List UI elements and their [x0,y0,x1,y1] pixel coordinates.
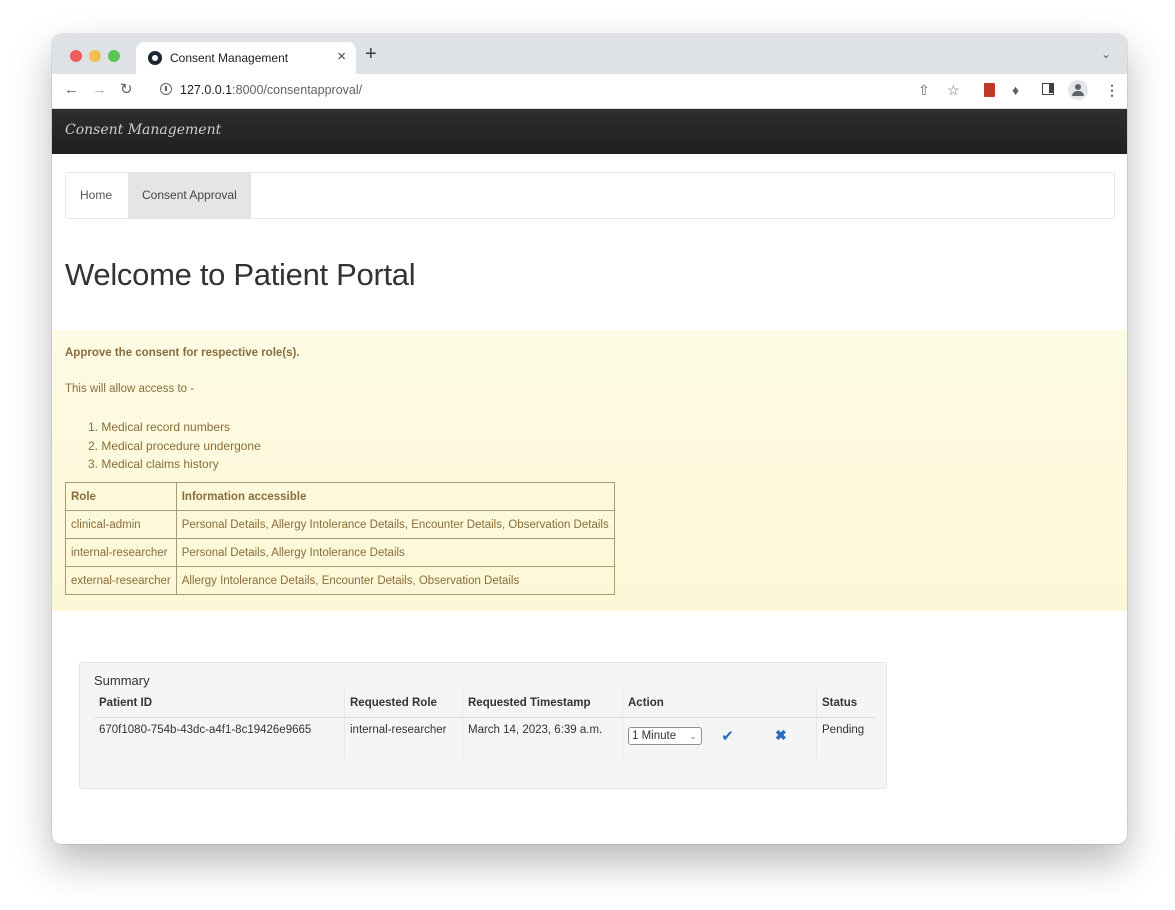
chevron-down-icon: ⌄ [689,731,697,741]
maximize-window-button[interactable] [108,50,120,62]
summary-table: Patient ID Requested Role Requested Time… [94,689,875,759]
column-header: Patient ID [94,689,345,718]
notice-intro: This will allow access to - [65,383,195,395]
page-title: Welcome to Patient Portal [65,257,416,292]
browser-toolbar: ← → ↻ 127.0.0.1:8000/consentapproval/ ⇧ … [52,74,1127,109]
close-window-button[interactable] [70,50,82,62]
app-navbar: Consent Management [52,109,1127,154]
column-header: Status [816,689,875,718]
column-header: Role [65,482,177,511]
column-header: Information accessible [175,482,615,511]
reject-x-icon[interactable]: ✖ [775,727,787,744]
timestamp-cell: March 14, 2023, 6:39 a.m. [462,717,623,759]
table-header-row: Role Information accessible [65,482,615,511]
table-row: 670f1080-754b-43dc-a4f1-8c19426e9665 int… [94,717,875,759]
url-host: 127.0.0.1 [180,83,233,97]
share-icon[interactable]: ⇧ [918,82,930,98]
new-tab-icon[interactable]: + [365,44,377,64]
bookmark-star-icon[interactable]: ☆ [947,82,960,98]
back-arrow-icon[interactable]: ← [64,81,79,99]
url-path: :8000/consentapproval/ [232,83,363,97]
table-row: clinical-admin Personal Details, Allergy… [65,510,615,539]
minimize-window-button[interactable] [89,50,101,62]
kebab-menu-icon[interactable]: ⋮ [1105,82,1119,98]
browser-tab[interactable]: Consent Management × [136,42,356,74]
role-cell: external-researcher [65,566,177,595]
extension-book-icon[interactable] [984,83,995,97]
list-item: 2. Medical procedure undergone [88,438,261,453]
chevron-down-icon[interactable]: ⌄ [1101,47,1111,61]
app-brand[interactable]: Consent Management [65,122,221,138]
favicon-icon [148,51,162,65]
page-nav: Home Consent Approval [65,172,1115,219]
column-header: Action [622,689,817,718]
table-header-row: Patient ID Requested Role Requested Time… [94,689,875,718]
tab-strip: Consent Management × + ⌄ [52,34,1127,74]
access-cell: Personal Details, Allergy Intolerance De… [175,510,615,539]
action-cell: 1 Minute ⌄ ✔ ✖ [622,717,817,759]
access-cell: Allergy Intolerance Details, Encounter D… [175,566,615,595]
role-cell: internal-researcher [344,717,463,759]
list-item: 3. Medical claims history [88,457,219,471]
patient-id-cell: 670f1080-754b-43dc-a4f1-8c19426e9665 [99,724,312,736]
access-cell: Personal Details, Allergy Intolerance De… [175,538,615,567]
summary-title: Summary [94,673,150,688]
table-row: external-researcher Allergy Intolerance … [65,566,615,595]
profile-avatar-icon[interactable] [1068,80,1088,100]
side-panel-icon[interactable] [1042,83,1054,95]
page-viewport: Consent Management Home Consent Approval… [52,109,1127,844]
table-row: internal-researcher Personal Details, Al… [65,538,615,567]
browser-window: Consent Management × + ⌄ ← → ↻ 127.0.0.1… [52,34,1127,844]
duration-select[interactable]: 1 Minute ⌄ [628,727,702,745]
list-item: 1. Medical record numbers [88,420,231,434]
summary-panel: Summary Patient ID Requested Role Reques… [79,662,887,789]
roles-table: Role Information accessible clinical-adm… [65,482,615,595]
access-list: 1. Medical record numbers 2. Medical pro… [88,418,261,474]
column-header: Requested Role [344,689,463,718]
role-cell: internal-researcher [65,538,177,567]
address-bar[interactable]: 127.0.0.1:8000/consentapproval/ [180,83,362,97]
status-cell: Pending [816,717,875,759]
tab-title: Consent Management [170,51,289,65]
column-header: Requested Timestamp [462,689,623,718]
nav-item-home[interactable]: Home [66,173,126,218]
extensions-puzzle-icon[interactable]: ♦ [1012,82,1019,98]
site-info-icon[interactable] [160,83,172,95]
duration-value: 1 Minute [632,730,677,742]
forward-arrow-icon[interactable]: → [92,81,107,99]
consent-notice: Approve the consent for respective role(… [52,330,1127,611]
approve-check-icon[interactable]: ✔ [721,727,734,745]
tab-close-icon[interactable]: × [337,48,346,66]
reload-icon[interactable]: ↻ [120,81,133,99]
nav-item-consent-approval[interactable]: Consent Approval [128,173,251,218]
role-cell: clinical-admin [65,510,177,539]
notice-heading: Approve the consent for respective role(… [65,347,300,359]
